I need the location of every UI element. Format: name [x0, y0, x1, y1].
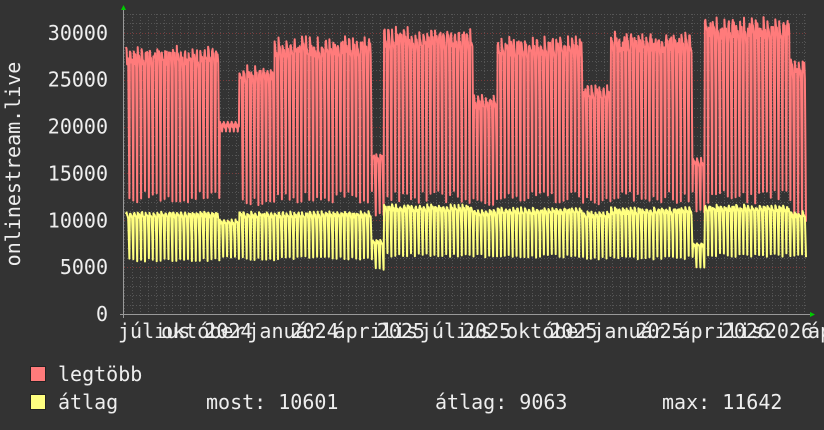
legend-label-max: legtöbb	[58, 362, 143, 386]
y-axis-arrow	[121, 5, 126, 10]
x-tick-label: 2025	[463, 319, 511, 343]
legend-item-max: legtöbb	[30, 362, 142, 386]
x-tick-label: 2025	[636, 319, 684, 343]
x-tick-label: 2024	[291, 319, 339, 343]
x-tick-label: 2025	[377, 319, 425, 343]
y-tick-label: 0	[96, 302, 108, 326]
stat-avg: átlag: 9063	[435, 390, 568, 414]
x-tick-label: 2024	[204, 319, 252, 343]
legend-swatch-avg	[30, 393, 46, 410]
y-tick-label: 30000	[48, 21, 108, 45]
y-tick-label: 15000	[48, 161, 108, 185]
x-tick-label: 2025	[549, 319, 597, 343]
y-tick-label: 20000	[48, 115, 108, 139]
y-axis-title: onlinestream.live	[1, 62, 25, 267]
legend-item-avg: átlag	[30, 390, 118, 414]
x-axis-arrow	[810, 312, 815, 317]
legend-swatch-max	[30, 365, 46, 382]
x-tick-label: 2026	[765, 319, 813, 343]
y-tick-label: 5000	[60, 255, 108, 279]
stat-max: max: 11642	[662, 390, 783, 414]
y-tick-label: 10000	[48, 208, 108, 232]
x-tick-label: április	[808, 319, 824, 343]
x-tick-label: 2026	[722, 319, 770, 343]
y-tick-label: 25000	[48, 68, 108, 92]
stat-now: most: 10601	[206, 390, 339, 414]
legend-label-avg: átlag	[58, 390, 119, 414]
